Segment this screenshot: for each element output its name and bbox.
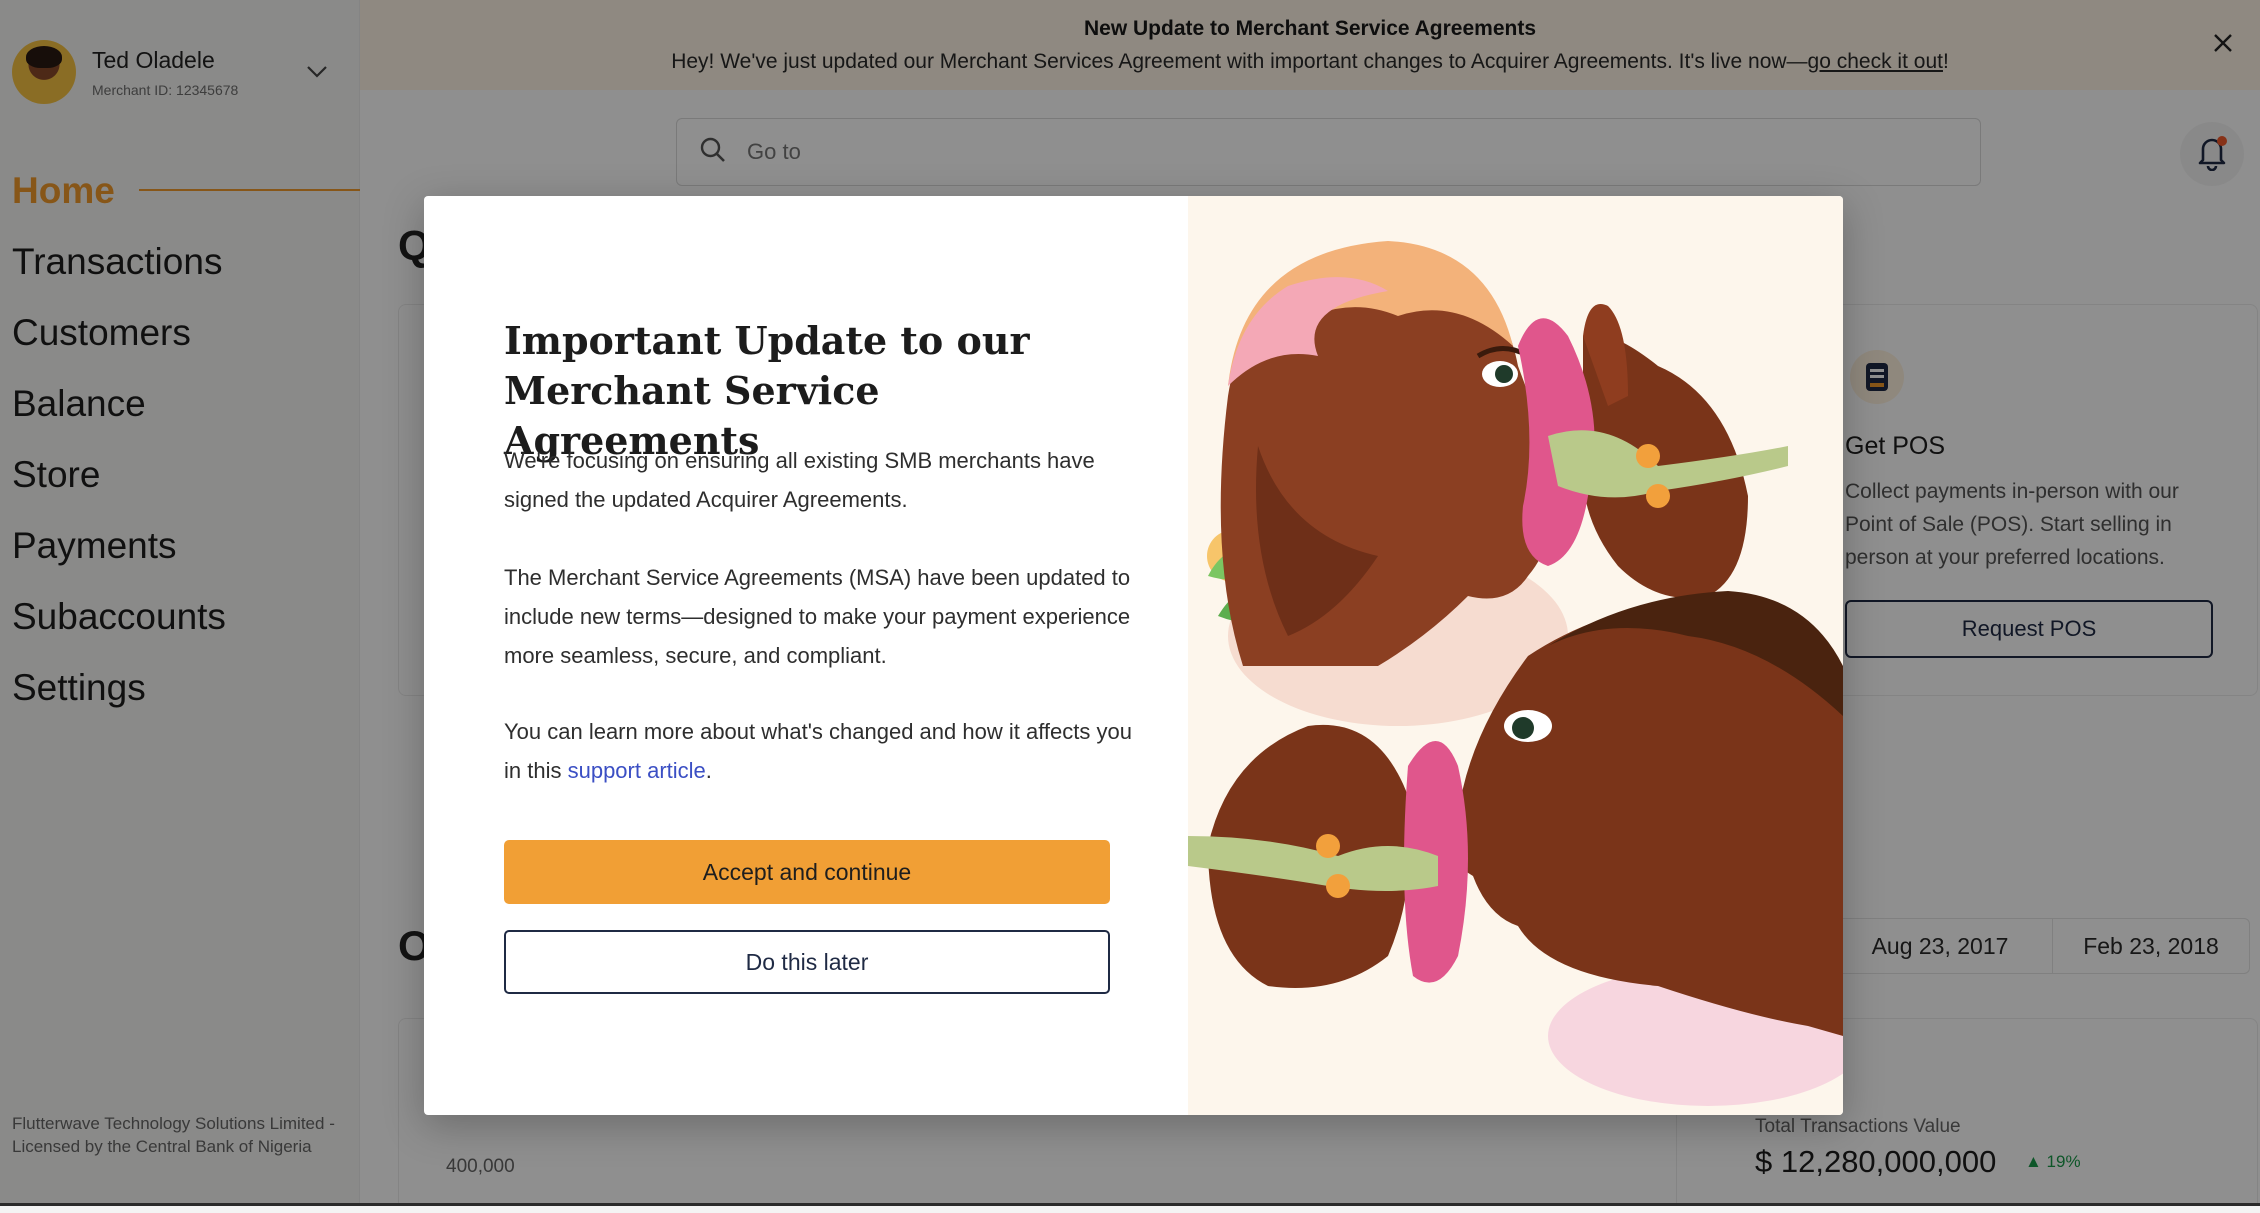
msa-update-modal: Important Update to our Merchant Service… [424, 196, 1843, 1115]
illustration [1188, 241, 1843, 1106]
modal-paragraph-2: The Merchant Service Agreements (MSA) ha… [504, 565, 1131, 668]
modal-paragraph-3: You can learn more about what's changed … [504, 712, 1144, 790]
paragraph-suffix: . [705, 758, 712, 783]
support-article-link[interactable]: support article [568, 758, 706, 783]
accept-and-continue-button[interactable]: Accept and continue [504, 840, 1110, 904]
window-bottom-edge [0, 1203, 2260, 1213]
do-this-later-button[interactable]: Do this later [504, 930, 1110, 994]
illustration-panel [1188, 196, 1843, 1115]
modal-paragraph-1: We're focusing on ensuring all existing … [504, 448, 1095, 512]
modal-content: Important Update to our Merchant Service… [424, 196, 1188, 1115]
